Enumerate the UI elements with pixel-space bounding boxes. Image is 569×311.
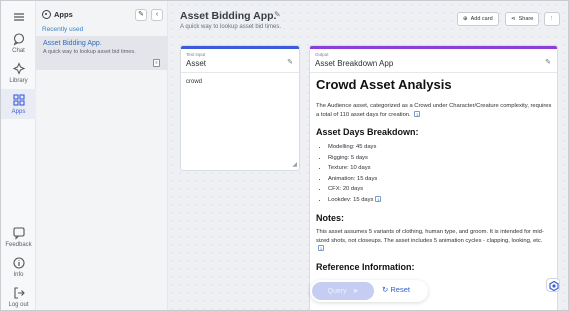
reset-label: Reset: [390, 285, 410, 294]
notes-heading: Notes:: [316, 213, 345, 223]
nav-feedback[interactable]: Feedback: [1, 226, 36, 248]
input-card-accent: [181, 46, 299, 49]
breakdown-list: Modelling: 45 days Rigging: 5 days Textu…: [316, 142, 552, 205]
apps-icon: [12, 94, 25, 106]
apps-logo-icon: [42, 10, 51, 19]
query-bar: Query ➤ ↻ Reset: [310, 280, 428, 302]
more-vertical-icon: ⋮: [549, 16, 555, 22]
library-icon: [12, 62, 25, 75]
citation-badge[interactable]: 1: [414, 110, 421, 117]
plus-circle-icon: ⊕: [463, 16, 468, 22]
nav-library[interactable]: Library: [1, 62, 36, 84]
collapse-panel-button[interactable]: ‹: [151, 9, 163, 21]
nav-logout[interactable]: Log out: [1, 286, 36, 308]
edit-icon[interactable]: ✎: [545, 58, 551, 66]
reset-button[interactable]: ↻ Reset: [382, 285, 410, 294]
app-list-item[interactable]: Asset Bidding App. A quick way to lookup…: [36, 36, 167, 70]
query-button[interactable]: Query ➤: [312, 282, 374, 300]
nav-chat[interactable]: Chat: [1, 32, 36, 54]
nav-logout-label: Log out: [8, 302, 29, 308]
list-item: Lookdev: 15 days1: [328, 195, 552, 206]
nav-rail: Chat Library Apps Feedback Info Log out: [1, 1, 36, 310]
input-card-type-label: Text input: [186, 52, 206, 57]
document-icon[interactable]: ≡: [153, 59, 160, 67]
hamburger-icon: [13, 13, 24, 21]
apps-panel-title: Apps: [54, 10, 73, 19]
nav-chat-label: Chat: [12, 48, 25, 54]
text-input-card: Text input Asset ✎ crowd ◢: [180, 45, 300, 171]
chevron-left-icon: ‹: [155, 11, 159, 18]
list-item: Rigging: 5 days: [328, 153, 552, 164]
info-icon: [12, 257, 25, 269]
output-card-type-label: Output: [315, 52, 329, 57]
assistant-fab[interactable]: [546, 278, 560, 292]
more-options-button[interactable]: ⋮: [544, 12, 560, 26]
query-label: Query: [327, 287, 347, 295]
list-item: Animation: 15 days: [328, 174, 552, 185]
citation-badge[interactable]: 1: [375, 195, 382, 202]
share-button[interactable]: ⋖ Share: [505, 12, 540, 26]
nav-info-label: Info: [13, 272, 24, 278]
divider: [181, 72, 299, 73]
edit-title-icon[interactable]: ✎: [274, 10, 281, 19]
main-canvas: Asset Bidding App. ✎ A quick way to look…: [168, 1, 568, 310]
reference-heading: Reference Information:: [316, 261, 415, 272]
input-card-title: Asset: [186, 59, 207, 68]
breakdown-heading: Asset Days Breakdown:: [316, 127, 419, 137]
list-item: Modelling: 45 days: [328, 142, 552, 153]
share-icon: ⋖: [511, 16, 516, 22]
divider: [310, 72, 557, 73]
nav-apps-label: Apps: [11, 109, 26, 115]
send-icon: ➤: [352, 288, 359, 295]
apps-panel-header: Apps: [42, 10, 73, 19]
asset-input-field[interactable]: crowd: [186, 79, 202, 85]
add-card-button[interactable]: ⊕ Add card: [457, 12, 499, 26]
refresh-icon: ↻: [382, 285, 389, 294]
notes-text: This asset assumes 5 variants of clothin…: [316, 229, 544, 252]
edit-icon[interactable]: ✎: [287, 58, 293, 66]
page-title: Asset Bidding App.: [180, 10, 277, 22]
resize-handle-icon[interactable]: ◢: [292, 161, 297, 168]
share-label: Share: [518, 16, 534, 22]
nav-apps[interactable]: Apps: [1, 89, 36, 119]
app-item-description: A quick way to lookup asset bid times.: [43, 49, 136, 55]
add-card-label: Add card: [470, 16, 493, 22]
output-card-accent: [310, 46, 557, 49]
nav-feedback-label: Feedback: [5, 242, 32, 248]
assistant-logo-icon: [549, 281, 559, 291]
recently-used-label: Recently used: [42, 26, 84, 33]
logout-icon: [13, 287, 25, 299]
list-item: Texture: 10 days: [328, 163, 552, 174]
output-heading: Crowd Asset Analysis: [316, 77, 452, 92]
nav-library-label: Library: [9, 78, 28, 84]
app-item-title: Asset Bidding App.: [43, 40, 102, 47]
list-item: CFX: 20 days: [328, 184, 552, 195]
output-content: Crowd Asset Analysis The Audience asset,…: [316, 77, 552, 277]
output-intro: The Audience asset, categorized as a Cro…: [316, 103, 552, 118]
nav-info[interactable]: Info: [1, 256, 36, 278]
page-subtitle: A quick way to lookup asset bid times.: [180, 24, 282, 30]
citation-badge[interactable]: 1: [318, 245, 324, 252]
menu-button[interactable]: [1, 10, 36, 26]
app-window: Chat Library Apps Feedback Info Log out …: [0, 0, 569, 311]
output-card-title: Asset Breakdown App: [315, 59, 394, 68]
chat-icon: [13, 33, 24, 46]
output-card: Output Asset Breakdown App ✎ Crowd Asset…: [309, 45, 558, 310]
apps-panel: Apps ✎ ‹ Recently used Asset Bidding App…: [36, 1, 168, 310]
edit-icon: ✎: [138, 11, 144, 18]
new-app-button[interactable]: ✎: [135, 9, 147, 21]
feedback-icon: [12, 227, 25, 240]
